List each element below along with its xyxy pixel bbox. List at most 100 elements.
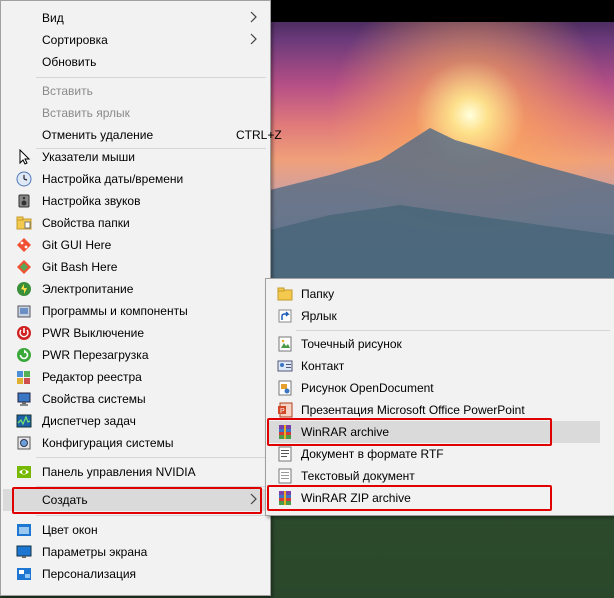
menu-item-label: Вставить ярлык	[42, 106, 130, 120]
odg-drawing-icon	[278, 380, 292, 396]
msconfig-icon	[17, 436, 31, 450]
menu-separator	[36, 457, 266, 458]
menu-item-label: Вид	[42, 11, 64, 25]
menu-item-label: Цвет окон	[42, 523, 98, 537]
chevron-right-icon	[250, 33, 257, 45]
submenu-item-label: Точечный рисунок	[301, 337, 402, 351]
submenu-item-label: Контакт	[301, 359, 345, 373]
submenu-item-rtf-document[interactable]: Документ в формате RTF	[268, 443, 612, 465]
menu-item-refresh[interactable]: Обновить	[3, 51, 268, 73]
menu-item-pwr-restart[interactable]: PWR Перезагрузка	[3, 344, 268, 366]
rtf-document-icon	[278, 446, 292, 462]
menu-item-sort[interactable]: Сортировка	[3, 29, 268, 51]
menu-item-label: Обновить	[42, 55, 97, 69]
personalization-icon	[17, 568, 31, 580]
display-settings-icon	[16, 545, 32, 558]
chevron-right-icon	[250, 11, 257, 23]
submenu-item-folder[interactable]: Папку	[268, 283, 612, 305]
clock-icon	[16, 171, 32, 187]
menu-item-system-properties[interactable]: Свойства системы	[3, 388, 268, 410]
menu-item-label: Настройка звуков	[42, 194, 141, 208]
menu-item-sounds[interactable]: Настройка звуков	[3, 190, 268, 212]
menu-item-nvidia-control-panel[interactable]: Панель управления NVIDIA	[3, 461, 268, 483]
submenu-item-text-document[interactable]: Текстовый документ	[268, 465, 612, 487]
menu-separator	[36, 515, 266, 516]
git-bash-icon	[17, 260, 31, 274]
folder-icon	[277, 287, 293, 301]
git-gui-icon	[17, 238, 31, 252]
submenu-item-contact[interactable]: Контакт	[268, 355, 612, 377]
menu-item-mouse-pointers[interactable]: Указатели мыши	[3, 146, 268, 168]
menu-item-label: Вставить	[42, 84, 93, 98]
menu-item-power-options[interactable]: Электропитание	[3, 278, 268, 300]
menu-item-label: Параметры экрана	[42, 545, 148, 559]
highlight-create-box	[12, 487, 262, 514]
menu-item-display-settings[interactable]: Параметры экрана	[3, 541, 268, 563]
menu-item-paste[interactable]: Вставить	[3, 80, 268, 102]
submenu-item-label: Папку	[301, 287, 335, 301]
menu-item-git-gui[interactable]: Git GUI Here	[3, 234, 268, 256]
menu-item-paste-shortcut[interactable]: Вставить ярлык	[3, 102, 268, 124]
window-color-icon	[17, 524, 31, 536]
menu-item-label: Настройка даты/времени	[42, 172, 184, 186]
submenu-item-label: Рисунок OpenDocument	[301, 381, 434, 395]
svg-text:P: P	[280, 408, 285, 415]
folder-options-icon	[16, 216, 32, 230]
submenu-item-label: Текстовый документ	[301, 469, 415, 483]
menu-item-programs[interactable]: Программы и компоненты	[3, 300, 268, 322]
shutdown-icon	[17, 326, 31, 340]
menu-item-label: Отменить удаление	[42, 128, 154, 142]
task-manager-icon	[16, 414, 32, 428]
menu-item-label: Указатели мыши	[42, 150, 135, 164]
create-submenu: Папку Ярлык Точечный рисунок Контакт Рис…	[265, 278, 614, 516]
menu-item-label: Электропитание	[42, 282, 134, 296]
menu-item-undo-delete[interactable]: Отменить удаление CTRL+Z	[3, 124, 282, 146]
registry-editor-icon	[17, 371, 30, 384]
menu-item-label: Git Bash Here	[42, 260, 118, 274]
menu-item-label: Свойства системы	[42, 392, 146, 406]
menu-item-label: Git GUI Here	[42, 238, 112, 252]
menu-item-label: Программы и компоненты	[42, 304, 188, 318]
submenu-item-label: Ярлык	[301, 309, 337, 323]
mouse-pointer-icon	[19, 149, 31, 165]
menu-separator	[296, 330, 610, 331]
speaker-icon	[18, 194, 30, 208]
menu-item-shortcut: CTRL+Z	[236, 128, 282, 142]
menu-item-view[interactable]: Вид	[3, 7, 268, 29]
submenu-item-label: Документ в формате RTF	[301, 447, 444, 461]
restart-icon	[17, 348, 31, 362]
shortcut-icon	[278, 309, 292, 323]
submenu-item-bitmap[interactable]: Точечный рисунок	[268, 333, 612, 355]
nvidia-icon	[17, 466, 31, 478]
menu-item-task-manager[interactable]: Диспетчер задач	[3, 410, 268, 432]
highlight-winrar-box	[267, 418, 552, 446]
menu-item-date-time[interactable]: Настройка даты/времени	[3, 168, 268, 190]
menu-separator	[36, 77, 266, 78]
menu-item-label: Свойства папки	[42, 216, 130, 230]
menu-item-personalization[interactable]: Персонализация	[3, 563, 268, 585]
menu-item-pwr-shutdown[interactable]: PWR Выключение	[3, 322, 268, 344]
menu-item-label: Конфигурация системы	[42, 436, 174, 450]
menu-item-label: Сортировка	[42, 33, 108, 47]
programs-icon	[17, 305, 31, 318]
system-properties-icon	[17, 392, 31, 406]
submenu-item-label: Презентация Microsoft Office PowerPoint	[301, 403, 525, 417]
menu-item-label: Редактор реестра	[42, 370, 142, 384]
menu-item-label: Персонализация	[42, 567, 137, 581]
menu-item-window-color[interactable]: Цвет окон	[3, 519, 268, 541]
submenu-item-opendocument-drawing[interactable]: Рисунок OpenDocument	[268, 377, 612, 399]
desktop-context-menu: Вид Сортировка Обновить Вставить Вставит…	[0, 0, 282, 596]
bitmap-icon	[278, 336, 292, 352]
menu-item-git-bash[interactable]: Git Bash Here	[3, 256, 268, 278]
power-options-icon	[17, 282, 31, 296]
powerpoint-icon: P	[278, 402, 293, 418]
menu-item-registry-editor[interactable]: Редактор реестра	[3, 366, 268, 388]
highlight-winrar-zip-box	[267, 485, 552, 511]
menu-item-msconfig[interactable]: Конфигурация системы	[3, 432, 268, 454]
submenu-item-shortcut[interactable]: Ярлык	[268, 305, 612, 327]
menu-item-label: Панель управления NVIDIA	[42, 465, 196, 479]
menu-item-folder-options[interactable]: Свойства папки	[3, 212, 268, 234]
contact-icon	[277, 360, 293, 372]
menu-item-label: Диспетчер задач	[42, 414, 136, 428]
menu-item-label: PWR Выключение	[42, 326, 145, 340]
